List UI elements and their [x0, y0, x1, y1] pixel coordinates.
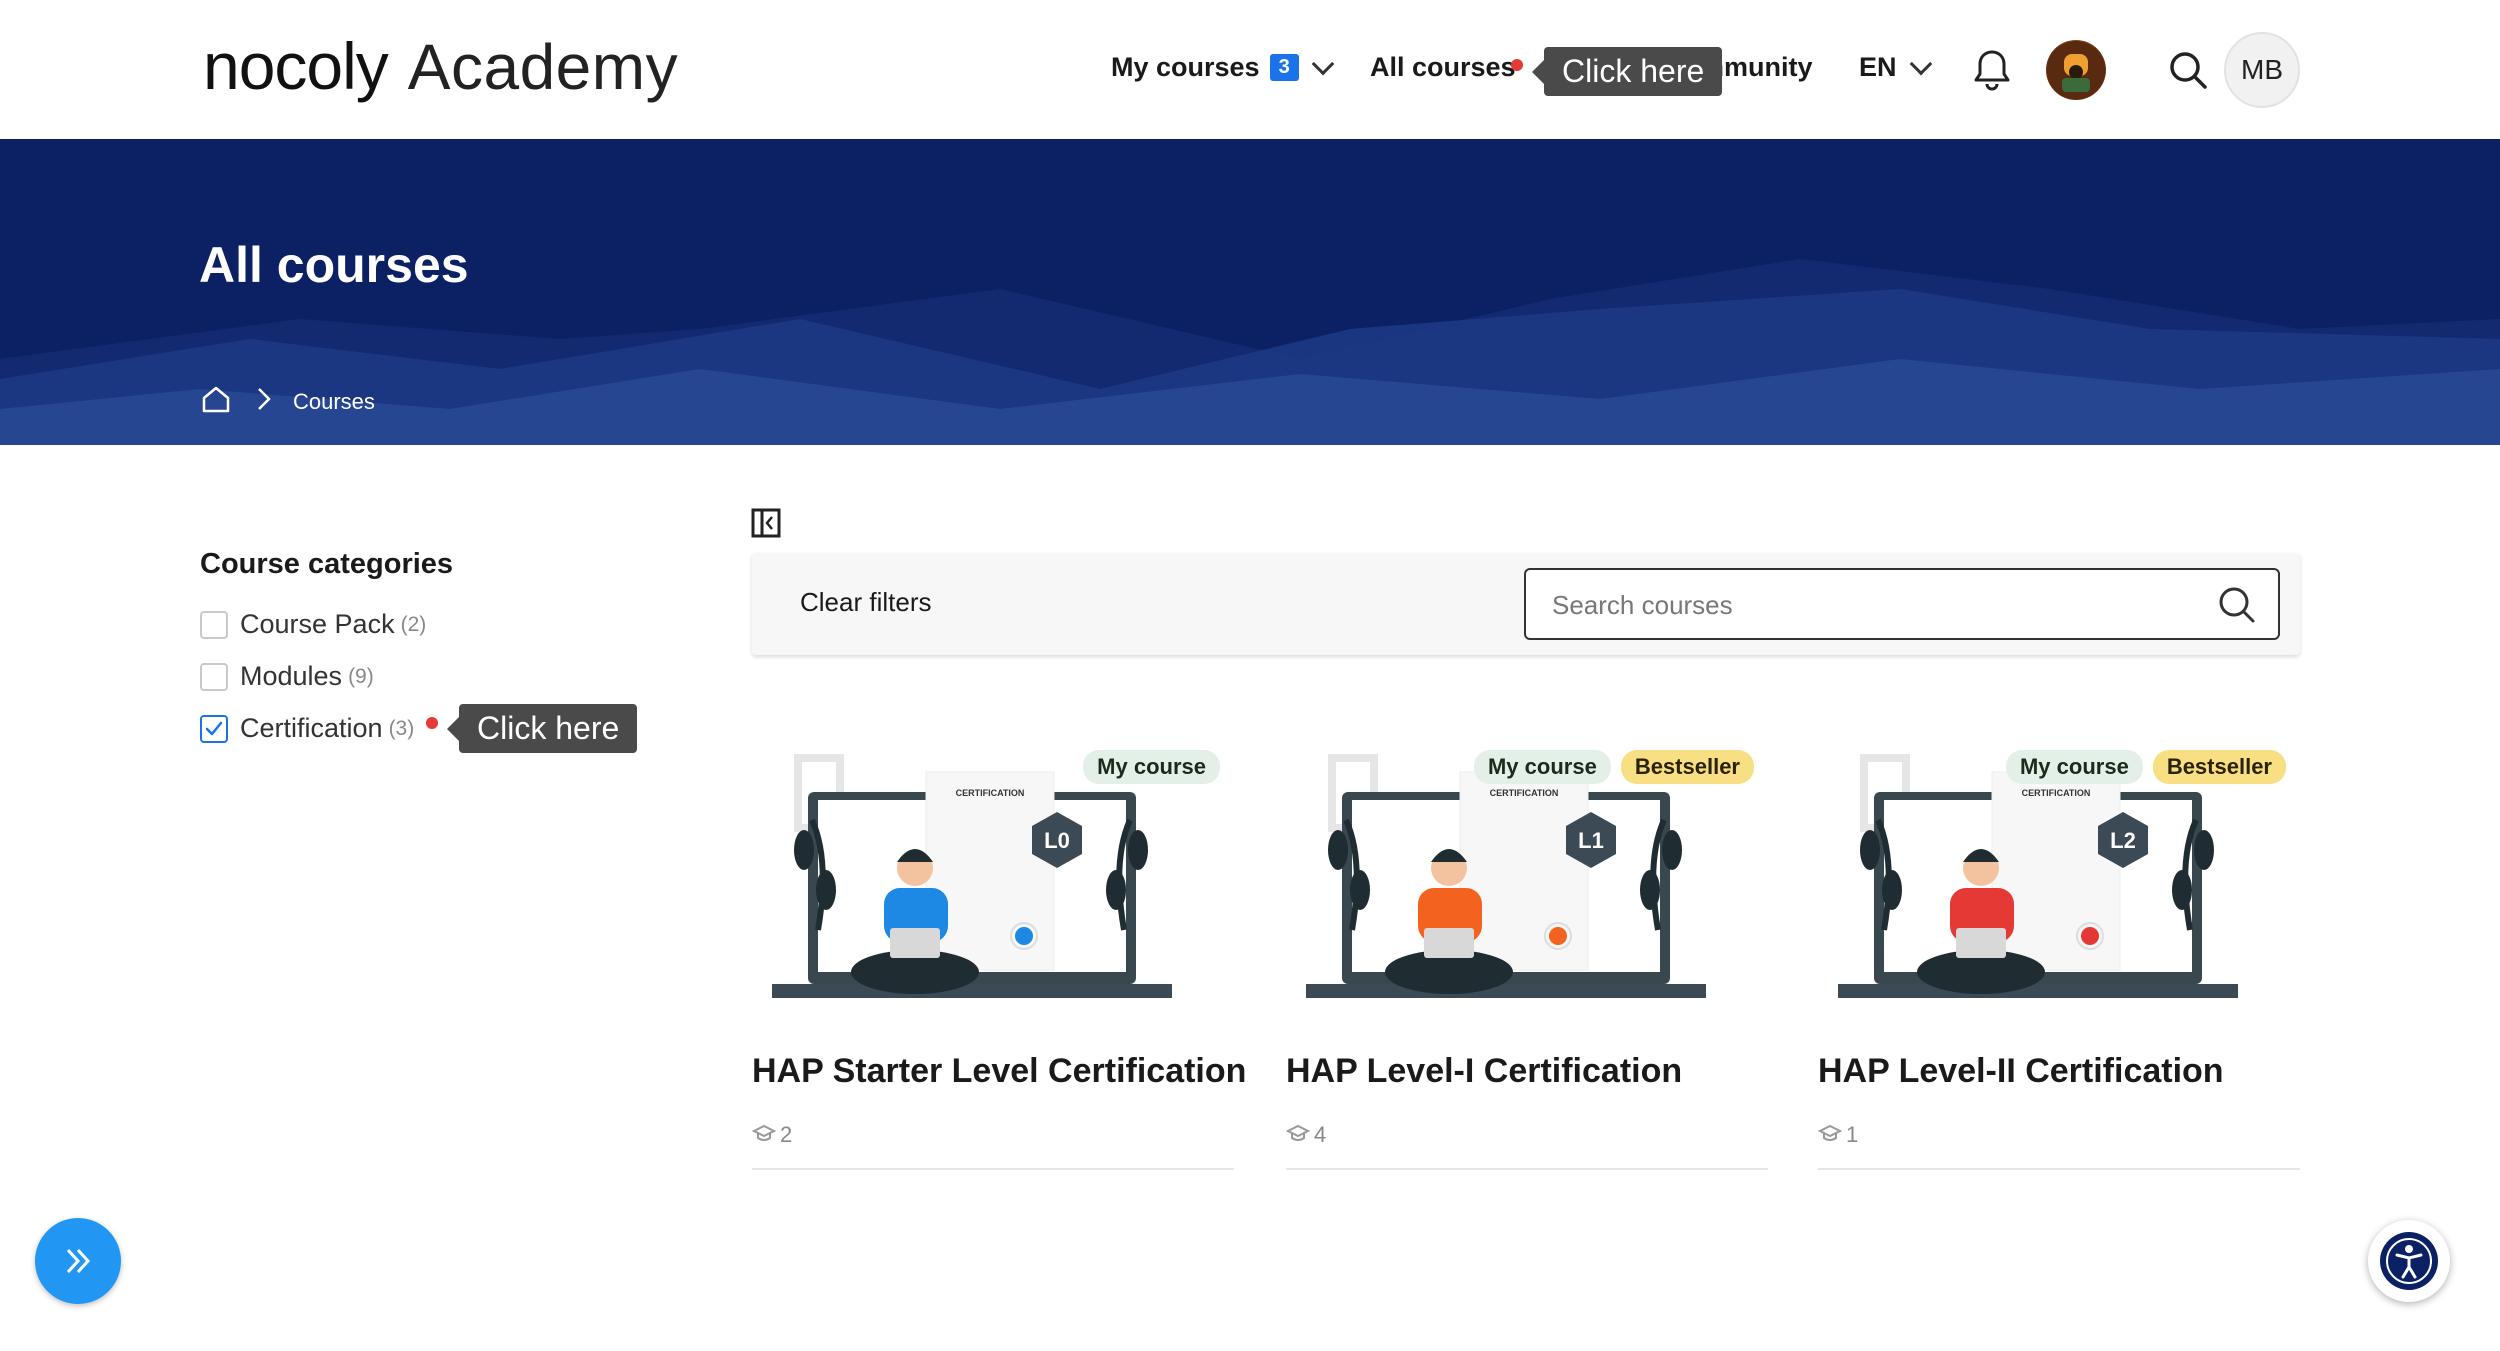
nav-my-courses[interactable]: My courses 3 — [1111, 52, 1335, 83]
top-header: nocoly Academy My courses 3 All courses … — [0, 0, 2500, 139]
clear-filters-button[interactable]: Clear filters — [800, 587, 931, 618]
language-label: EN — [1859, 52, 1897, 82]
category-label: Certification — [240, 713, 383, 743]
category-count: (9) — [348, 664, 374, 688]
cert-label: CERTIFICATION — [2022, 788, 2091, 798]
sidebar-toggle-icon[interactable] — [751, 508, 781, 543]
search-icon[interactable] — [2168, 50, 2208, 95]
user-initials-avatar[interactable]: MB — [2224, 32, 2300, 108]
modules-checkbox[interactable] — [200, 662, 228, 691]
card-tags: My course Bestseller — [2005, 750, 2286, 784]
cert-label: CERTIFICATION — [956, 788, 1025, 798]
category-label: Modules — [240, 661, 343, 691]
course-card[interactable]: CERTIFICATION L0 My course HAP Starter L… — [751, 740, 1246, 1170]
search-courses-input[interactable] — [1550, 588, 2190, 622]
hint-tooltip-header: Click here — [1531, 47, 1723, 96]
site-logo[interactable]: nocoly Academy — [203, 28, 678, 104]
page-banner: All courses Courses — [0, 139, 2500, 445]
my-course-tag: My course — [2005, 750, 2143, 784]
search-box — [1524, 568, 2280, 640]
course-meta: 1 — [1817, 1122, 1859, 1148]
bell-icon[interactable] — [1972, 48, 2012, 97]
card-divider — [1818, 1168, 2300, 1170]
students-count: 1 — [1846, 1122, 1859, 1147]
nav-all-courses-label: All courses — [1370, 52, 1516, 82]
card-tags: My course — [1083, 750, 1220, 784]
chevron-down-icon — [1311, 52, 1335, 75]
course-meta: 2 — [751, 1122, 793, 1148]
students-count: 2 — [780, 1122, 793, 1147]
course-card[interactable]: CERTIFICATION L1 My course Bestseller HA… — [1285, 740, 1768, 1170]
nav-my-courses-label: My courses — [1111, 52, 1260, 82]
level-label: L2 — [2110, 828, 2136, 853]
level-label: L0 — [1044, 828, 1070, 853]
accessibility-icon — [2380, 1232, 2438, 1290]
expand-panel-button[interactable] — [35, 1218, 121, 1304]
cert-label: CERTIFICATION — [1490, 788, 1559, 798]
category-certification[interactable]: Certification (3) — [200, 713, 414, 744]
checkmark-icon — [205, 721, 223, 735]
students-count: 4 — [1314, 1122, 1327, 1147]
home-icon[interactable] — [201, 385, 231, 419]
logo-sub: Academy — [407, 31, 679, 103]
students-icon — [1285, 1122, 1311, 1148]
page-title: All courses — [199, 237, 469, 293]
bestseller-tag: Bestseller — [2152, 750, 2286, 784]
bestseller-tag: Bestseller — [1620, 750, 1754, 784]
filter-bar: Clear filters — [752, 553, 2300, 655]
course-card[interactable]: CERTIFICATION L2 My course Bestseller HA… — [1817, 740, 2300, 1170]
course-categories-title: Course categories — [200, 548, 454, 580]
my-course-tag: My course — [1083, 750, 1220, 784]
card-divider — [1286, 1168, 1768, 1170]
search-icon[interactable] — [2218, 586, 2256, 629]
hint-dot — [1511, 59, 1523, 71]
course-title[interactable]: HAP Starter Level Certification — [752, 1052, 1246, 1091]
nav-all-courses[interactable]: All courses — [1370, 52, 1516, 83]
double-chevron-right-icon — [66, 1248, 91, 1274]
course-pack-checkbox[interactable] — [200, 610, 228, 639]
category-course-pack[interactable]: Course Pack (2) — [200, 609, 426, 640]
breadcrumb-current[interactable]: Courses — [293, 389, 375, 415]
category-label: Course Pack — [240, 609, 395, 639]
card-tags: My course Bestseller — [1473, 750, 1754, 784]
course-title[interactable]: HAP Level-II Certification — [1818, 1052, 2224, 1091]
my-courses-count-badge: 3 — [1269, 54, 1299, 81]
students-icon — [1817, 1122, 1843, 1148]
logo-brand: nocoly — [203, 29, 389, 103]
level-label: L1 — [1578, 828, 1604, 853]
category-count: (2) — [400, 612, 427, 636]
category-modules[interactable]: Modules (9) — [200, 661, 374, 692]
hint-dot — [426, 717, 438, 729]
hint-tooltip-sidebar: Click here — [446, 704, 638, 753]
chevron-down-icon — [1909, 52, 1932, 75]
category-count: (3) — [388, 716, 415, 740]
breadcrumb: Courses — [201, 385, 375, 419]
accessibility-button[interactable] — [2368, 1220, 2450, 1302]
students-icon — [751, 1122, 777, 1148]
certification-checkbox[interactable] — [200, 714, 228, 743]
card-divider — [752, 1168, 1234, 1170]
language-selector[interactable]: EN — [1859, 52, 1932, 83]
user-avatar-image[interactable] — [2046, 40, 2106, 100]
my-course-tag: My course — [1473, 750, 1611, 784]
breadcrumb-separator-icon — [257, 387, 271, 417]
course-meta: 4 — [1285, 1122, 1327, 1148]
course-title[interactable]: HAP Level-I Certification — [1286, 1052, 1682, 1091]
